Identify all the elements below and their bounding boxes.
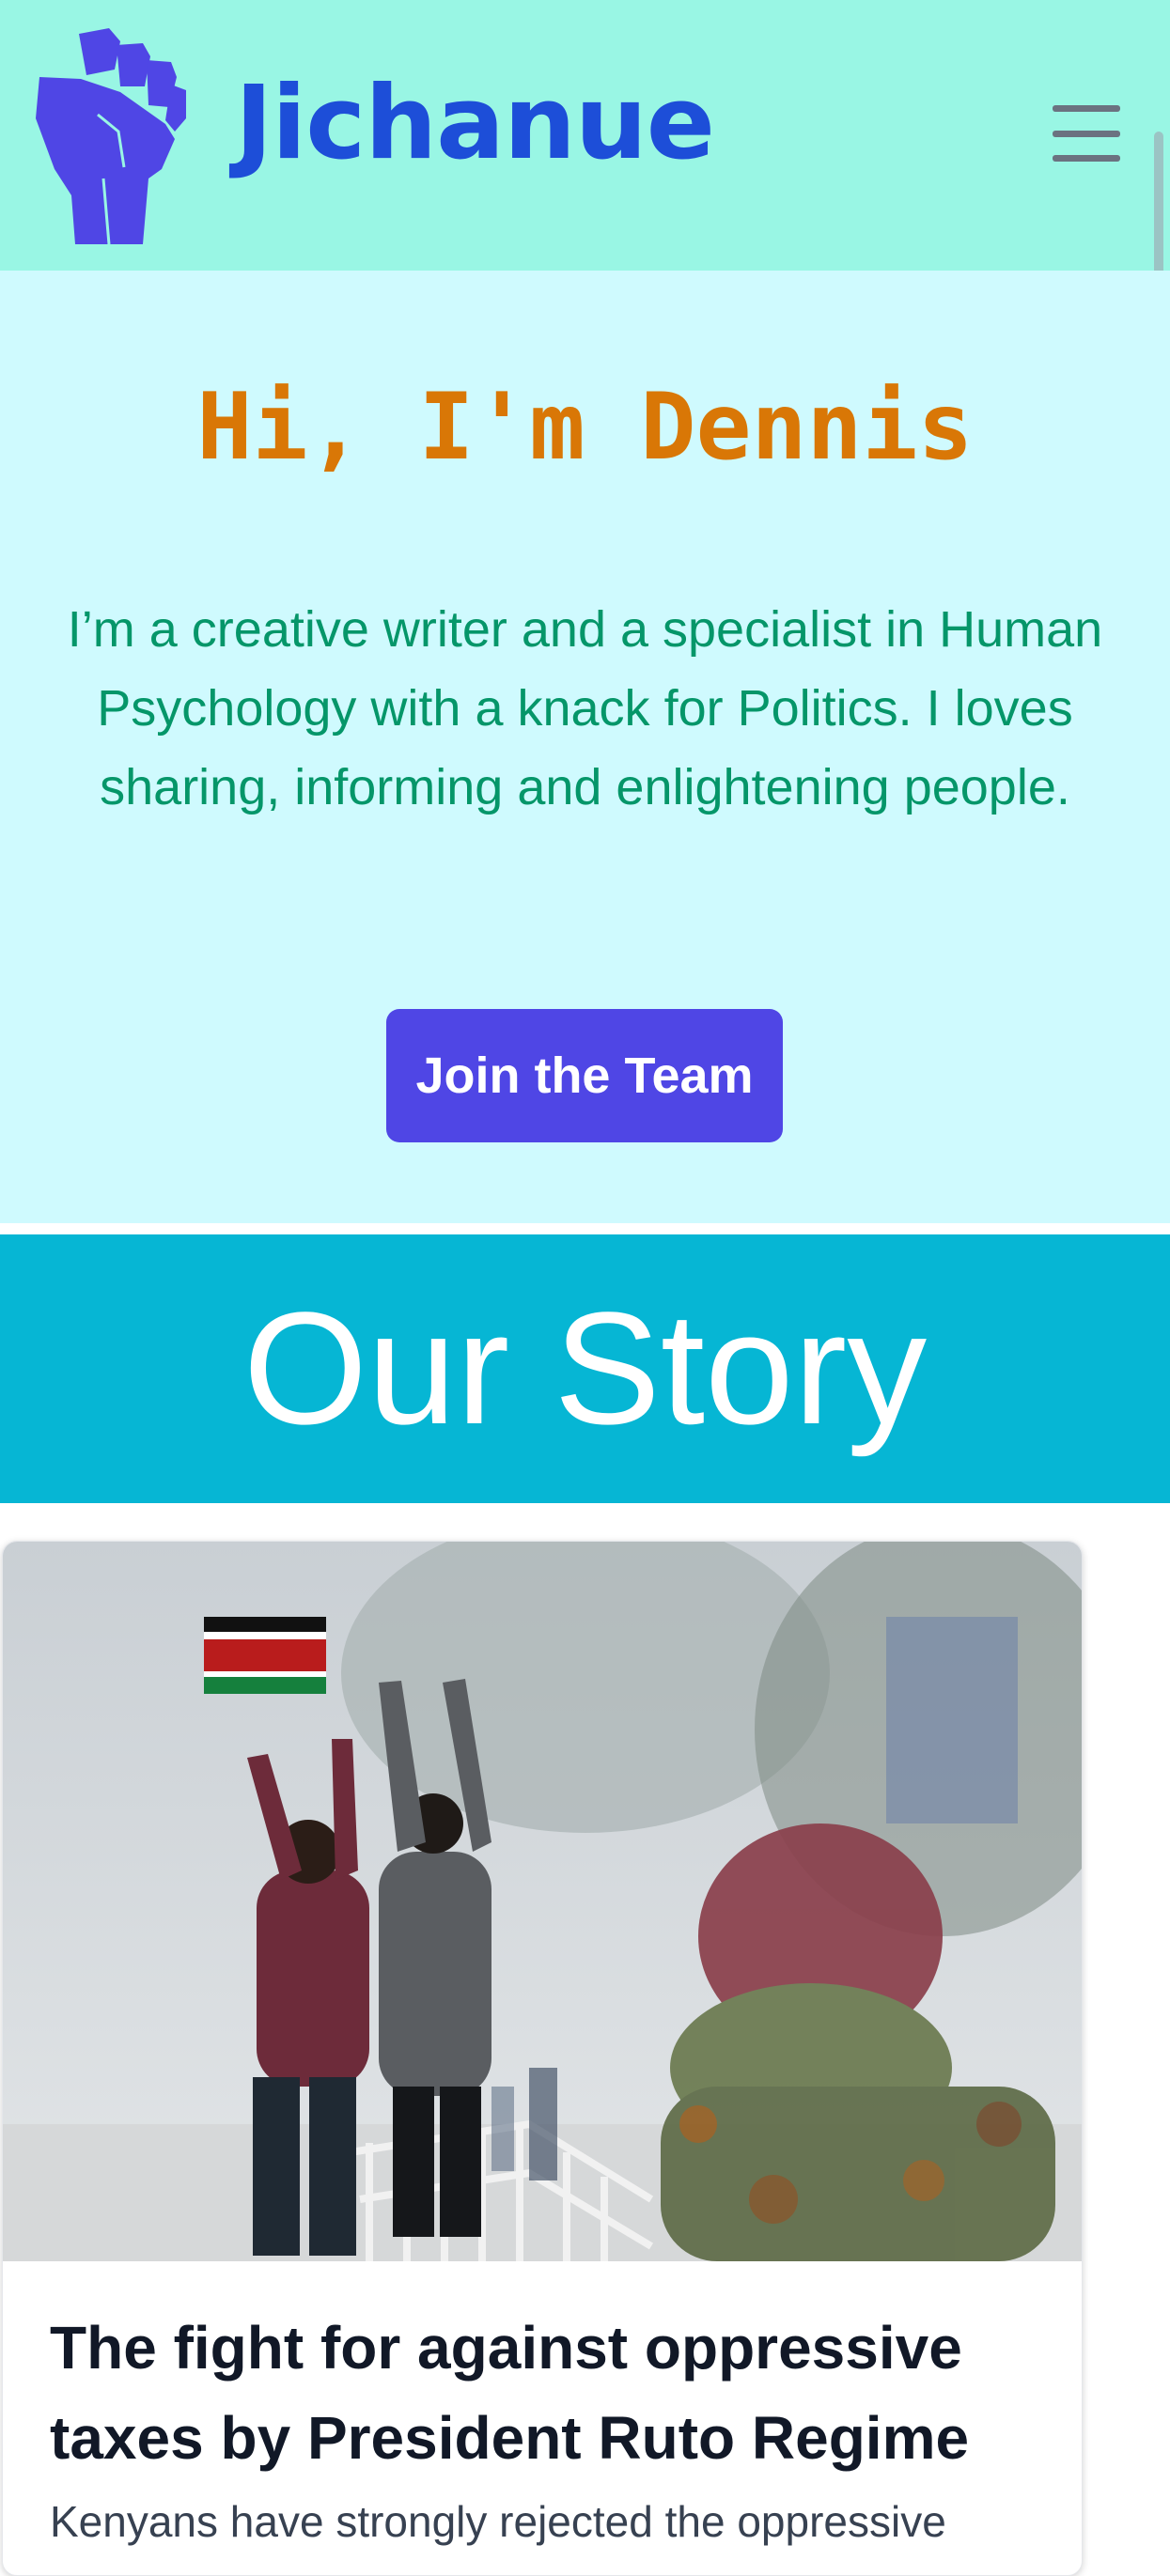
article-image[interactable]: [3, 1542, 1082, 2261]
hero-greeting: Hi, I'm Dennis: [196, 374, 974, 481]
join-team-button[interactable]: Join the Team: [386, 1009, 783, 1142]
navbar: Jichanue: [0, 0, 1170, 271]
article-title[interactable]: The fight for against oppressive taxes b…: [50, 2303, 1046, 2483]
hero-bio: I’m a creative writer and a specialist i…: [67, 601, 1103, 815]
story-heading: Our Story: [242, 1280, 928, 1458]
hamburger-menu-icon[interactable]: [1053, 105, 1120, 162]
menu-bar: [1053, 155, 1120, 162]
article-excerpt: Kenyans have strongly rejected the oppre…: [50, 2497, 946, 2546]
our-story-banner: Our Story: [0, 1234, 1170, 1503]
raised-fist-icon[interactable]: [34, 28, 190, 244]
hero-section: Hi, I'm Dennis I’m a creative writer and…: [0, 271, 1170, 1223]
menu-bar: [1053, 105, 1120, 112]
brand-name[interactable]: Jichanue: [235, 73, 715, 175]
article-card[interactable]: The fight for against oppressive taxes b…: [2, 1541, 1083, 2576]
menu-bar: [1053, 130, 1120, 137]
